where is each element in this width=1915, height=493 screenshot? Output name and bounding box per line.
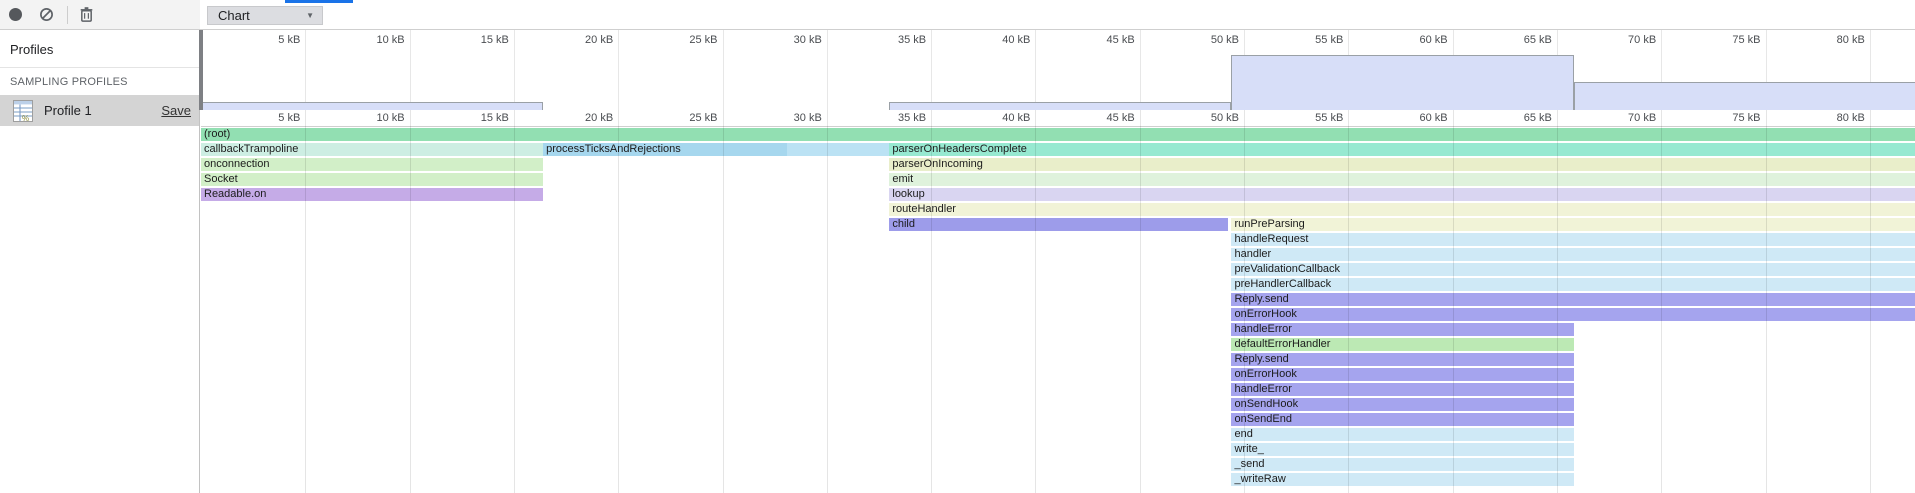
overview-gridline [1140,30,1141,110]
save-profile-link[interactable]: Save [161,103,191,118]
toolbar-separator [67,6,68,24]
ruler-tick-label: 35 kB [866,112,926,124]
flame-frame-routehandler[interactable]: routeHandler [889,203,1915,216]
flame-frame-socket[interactable]: Socket [201,173,543,186]
flame-frame-segment[interactable] [787,143,889,156]
flame-frame-runpreparsing[interactable]: runPreParsing [1231,218,1915,231]
overview-tick-label: 70 kB [1596,34,1656,46]
ruler-tick-label: 60 kB [1388,112,1448,124]
overview-tick-label: 15 kB [449,34,509,46]
ruler-tick-label: 80 kB [1805,112,1865,124]
memory-usage-band [889,102,1231,110]
flame-frame-_writeraw[interactable]: _writeRaw [1231,473,1573,486]
chevron-down-icon: ▼ [306,11,314,20]
overview-tick-label: 75 kB [1701,34,1761,46]
overview-tick-label: 5 kB [240,34,300,46]
overview-tick-label: 30 kB [762,34,822,46]
flame-frame-_send[interactable]: _send [1231,458,1573,471]
overview-gridline [827,30,828,110]
overview-tick-label: 80 kB [1805,34,1865,46]
sidebar-item-profile-1[interactable]: % Profile 1 Save [0,95,199,126]
flame-frame-root[interactable]: (root) [201,128,1915,141]
memory-usage-band [201,102,543,110]
flame-frame-handler[interactable]: handler [1231,248,1915,261]
sidebar-divider [0,67,199,68]
overview-tick-label: 40 kB [970,34,1030,46]
ruler-tick-label: 55 kB [1283,112,1343,124]
flame-frame-lookup[interactable]: lookup [889,188,1915,201]
flame-frame-parseronincoming[interactable]: parserOnIncoming [889,158,1915,171]
view-mode-value: Chart [218,8,306,23]
flame-frame-handlerequest[interactable]: handleRequest [1231,233,1915,246]
overview-tick-label: 25 kB [658,34,718,46]
overview-gridline [723,30,724,110]
overview-tick-label: 10 kB [345,34,405,46]
ruler-tick-label: 30 kB [762,112,822,124]
profile-name: Profile 1 [44,103,161,118]
ruler-tick-label: 15 kB [449,112,509,124]
overview-gridline [1035,30,1036,110]
overview-tick-label: 20 kB [553,34,613,46]
flame-frame-onsendend[interactable]: onSendEnd [1231,413,1573,426]
overview-tick-label: 35 kB [866,34,926,46]
sidebar-title: Profiles [10,42,199,57]
svg-text:%: % [22,114,29,122]
view-mode-select[interactable]: Chart ▼ [207,6,323,25]
profile-icon: % [13,100,33,122]
ruler-tick-label: 45 kB [1075,112,1135,124]
flame-frame-onsendhook[interactable]: onSendHook [1231,398,1573,411]
flame-frame-reply.send[interactable]: Reply.send [1231,293,1915,306]
overview-gridline [305,30,306,110]
flame-frame-child[interactable]: child [889,218,1228,231]
flame-frame-onerrorhook[interactable]: onErrorHook [1231,308,1915,321]
ruler-tick-label: 20 kB [553,112,613,124]
overview-tick-label: 55 kB [1283,34,1343,46]
clear-all-icon[interactable] [39,7,54,22]
flame-frame-processticksandrejections[interactable]: processTicksAndRejections [543,143,787,156]
overview-gridline [618,30,619,110]
profiler-toolbar [0,0,200,29]
flame-frame-parseronheaderscomplete[interactable]: parserOnHeadersComplete [889,143,1915,156]
flame-frame-reply.send[interactable]: Reply.send [1231,353,1573,366]
overview-tick-label: 50 kB [1179,34,1239,46]
flame-frame-prevalidationcallback[interactable]: preValidationCallback [1231,263,1915,276]
overview-tick-label: 60 kB [1388,34,1448,46]
memory-usage-band [1231,55,1573,110]
memory-overview[interactable]: 5 kB 10 kB 15 kB 20 kB 25 kB 30 kB 35 kB 40 kB 4… [201,30,1915,110]
ruler-tick-label: 70 kB [1596,112,1656,124]
overview-left-handle[interactable] [199,30,203,110]
ruler-tick-label: 75 kB [1701,112,1761,124]
active-tab-indicator [285,0,353,3]
top-bar: Chart ▼ [0,0,1915,30]
record-icon[interactable] [9,8,22,21]
ruler-tick-label: 50 kB [1179,112,1239,124]
profiles-sidebar: Profiles SAMPLING PROFILES % Profile 1 S… [0,30,200,493]
flame-frame-callbacktrampoline[interactable]: callbackTrampoline [201,143,543,156]
flame-chart: (root) callbackTrampolineprocessTicksAndR… [201,127,1915,493]
overview-gridline [410,30,411,110]
flame-frame-handleerror[interactable]: handleError [1231,383,1573,396]
flame-frame-onconnection[interactable]: onconnection [201,158,543,171]
sampling-profiles-section-label: SAMPLING PROFILES [10,76,199,88]
flame-frame-onerrorhook[interactable]: onErrorHook [1231,368,1573,381]
flame-chart-ruler: 5 kB 10 kB 15 kB 20 kB 25 kB 30 kB 35 kB 40 kB 4… [201,110,1915,127]
overview-tick-label: 65 kB [1492,34,1552,46]
flame-frame-readable.on[interactable]: Readable.on [201,188,543,201]
ruler-tick-label: 40 kB [970,112,1030,124]
overview-gridline [931,30,932,110]
flame-frame-handleerror[interactable]: handleError [1231,323,1573,336]
ruler-tick-label: 65 kB [1492,112,1552,124]
memory-usage-band [1574,82,1915,110]
ruler-tick-label: 10 kB [345,112,405,124]
flame-frame-defaulterrorhandler[interactable]: defaultErrorHandler [1231,338,1573,351]
overview-tick-label: 45 kB [1075,34,1135,46]
ruler-tick-label: 5 kB [240,112,300,124]
flame-frame-emit[interactable]: emit [889,173,1915,186]
overview-gridline [514,30,515,110]
trash-icon[interactable] [79,6,94,23]
flame-frame-prehandlercallback[interactable]: preHandlerCallback [1231,278,1915,291]
flame-frame-end[interactable]: end [1231,428,1573,441]
flame-frame-write_[interactable]: write_ [1231,443,1573,456]
ruler-tick-label: 25 kB [658,112,718,124]
